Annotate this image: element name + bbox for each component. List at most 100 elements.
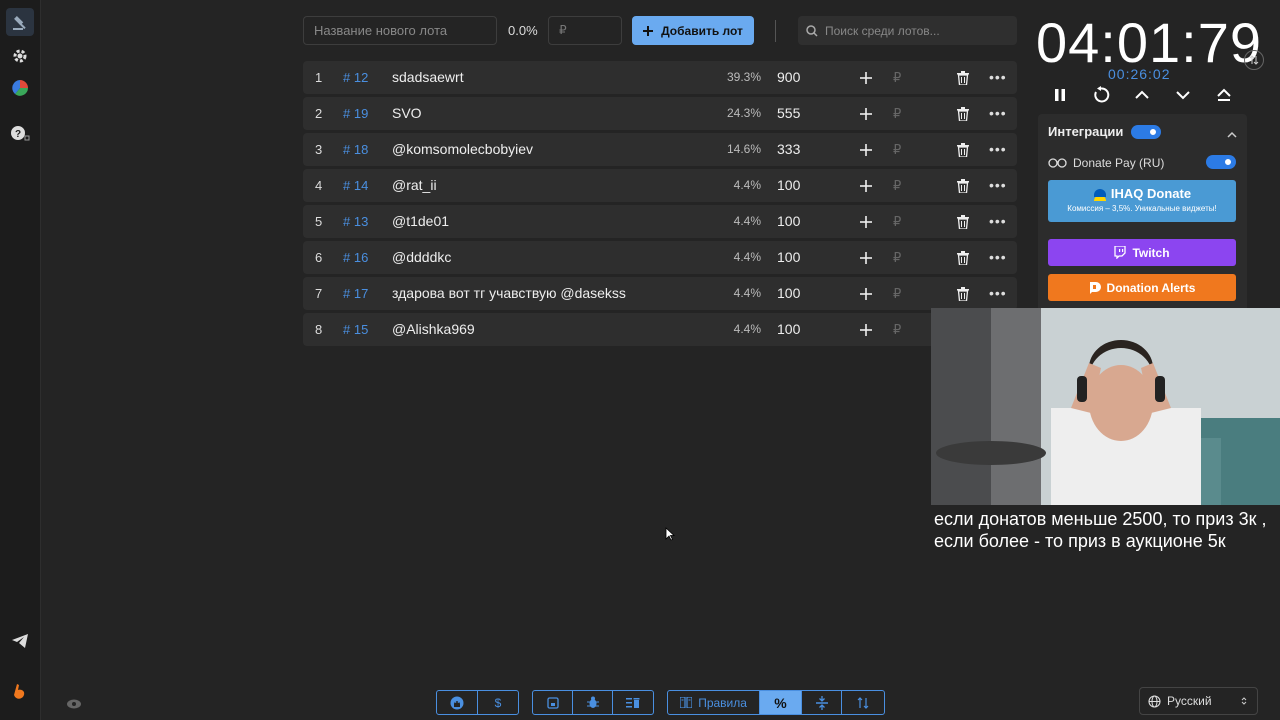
lot-currency[interactable]: ₽: [893, 97, 901, 130]
lot-name[interactable]: @Alishka969: [392, 313, 475, 346]
lot-amount[interactable]: 100: [777, 205, 800, 238]
trash-icon[interactable]: [957, 61, 969, 94]
lot-name[interactable]: sdadsaewrt: [392, 61, 464, 94]
ihaq-donate-button[interactable]: IHAQ Donate Комиссия – 3,5%. Уникальные …: [1048, 180, 1236, 222]
more-options-icon[interactable]: •••: [989, 169, 1007, 202]
lot-currency[interactable]: ₽: [893, 133, 901, 166]
plus-icon[interactable]: [860, 205, 874, 238]
lot-name[interactable]: @komsomolecbobyiev: [392, 133, 533, 166]
lot-amount[interactable]: 555: [777, 97, 800, 130]
more-options-icon[interactable]: •••: [989, 277, 1007, 310]
lot-id[interactable]: # 19: [343, 97, 368, 130]
pause-icon[interactable]: [1050, 85, 1070, 105]
lot-amount[interactable]: 100: [777, 169, 800, 202]
language-label: Русский: [1167, 694, 1212, 708]
restart-icon[interactable]: [1091, 85, 1111, 105]
eye-icon[interactable]: [66, 697, 82, 715]
lot-name[interactable]: SVO: [392, 97, 422, 130]
donate-pay-toggle[interactable]: [1206, 155, 1236, 169]
lot-id[interactable]: # 18: [343, 133, 368, 166]
plus-icon[interactable]: [860, 277, 874, 310]
plus-icon[interactable]: [860, 97, 874, 130]
new-lot-amount-input[interactable]: ₽: [548, 16, 622, 45]
plus-icon[interactable]: [860, 313, 874, 346]
globe-icon: [1148, 694, 1161, 708]
trash-icon[interactable]: [957, 97, 969, 130]
lot-amount[interactable]: 333: [777, 133, 800, 166]
new-lot-name-input[interactable]: Название нового лота: [303, 16, 497, 45]
lot-name[interactable]: @ddddkc: [392, 241, 451, 274]
rules-button[interactable]: Правила: [668, 691, 761, 714]
dollar-button[interactable]: $: [478, 691, 518, 714]
add-lot-button[interactable]: Добавить лот: [632, 16, 754, 45]
integrations-toggle[interactable]: [1131, 125, 1161, 139]
lot-name[interactable]: здарова вот тг учавствую @dasekss: [392, 277, 626, 310]
chevron-up-icon[interactable]: [1227, 126, 1237, 144]
donation-alerts-button[interactable]: Donation Alerts: [1048, 274, 1236, 301]
donate-pay-text: Donate Pay (RU): [1073, 156, 1165, 170]
more-options-icon[interactable]: •••: [989, 205, 1007, 238]
lot-row: 8 # 15 @Alishka969 4.4% 100 ₽: [303, 313, 1017, 346]
telegram-icon[interactable]: [6, 627, 34, 655]
lot-currency[interactable]: ₽: [893, 313, 901, 346]
plus-icon[interactable]: [860, 61, 874, 94]
lot-amount[interactable]: 100: [777, 277, 800, 310]
clear-list-icon[interactable]: [613, 691, 653, 714]
lot-index: 6: [315, 250, 323, 265]
lot-row: 2 # 19 SVO 24.3% 555 ₽ •••: [303, 97, 1017, 130]
lot-id[interactable]: # 17: [343, 277, 368, 310]
trash-icon[interactable]: [957, 169, 969, 202]
swap-timer-icon[interactable]: [1244, 50, 1264, 70]
lot-currency[interactable]: ₽: [893, 241, 901, 274]
search-input[interactable]: Поиск среди лотов...: [798, 16, 1017, 45]
lot-id[interactable]: # 16: [343, 241, 368, 274]
plus-icon[interactable]: [860, 241, 874, 274]
lot-row: 6 # 16 @ddddkc 4.4% 100 ₽ •••: [303, 241, 1017, 274]
lot-row: 7 # 17 здарова вот тг учавствую @dasekss 4.…: [303, 277, 1017, 310]
chevron-down-icon[interactable]: [1173, 85, 1193, 105]
github-icon[interactable]: [437, 691, 478, 714]
bug-icon[interactable]: [573, 691, 613, 714]
plus-icon[interactable]: [860, 169, 874, 202]
percent-icon: %: [774, 694, 787, 711]
lot-id[interactable]: # 12: [343, 61, 368, 94]
save-icon[interactable]: [533, 691, 573, 714]
chevron-up-icon[interactable]: [1132, 85, 1152, 105]
gear-icon[interactable]: [6, 42, 34, 70]
lot-name[interactable]: @t1de01: [392, 205, 449, 238]
lot-id[interactable]: # 15: [343, 313, 368, 346]
lot-amount[interactable]: 100: [777, 313, 800, 346]
plus-icon[interactable]: [860, 133, 874, 166]
trash-icon[interactable]: [957, 133, 969, 166]
lot-percent: 24.3%: [726, 106, 761, 120]
lot-currency[interactable]: ₽: [893, 169, 901, 202]
compress-icon[interactable]: [802, 691, 843, 714]
twitch-button[interactable]: Twitch: [1048, 239, 1236, 266]
lot-currency[interactable]: ₽: [893, 61, 901, 94]
trash-icon[interactable]: [957, 277, 969, 310]
more-options-icon[interactable]: •••: [989, 97, 1007, 130]
auction-icon[interactable]: [6, 8, 34, 36]
sort-icon[interactable]: [842, 691, 884, 714]
more-options-icon[interactable]: •••: [989, 241, 1007, 274]
percent-toggle-button[interactable]: %: [760, 691, 802, 714]
more-options-icon[interactable]: •••: [989, 133, 1007, 166]
trash-icon[interactable]: [957, 205, 969, 238]
book-icon: [680, 697, 693, 708]
lot-id[interactable]: # 14: [343, 169, 368, 202]
lot-amount[interactable]: 900: [777, 61, 800, 94]
lot-currency[interactable]: ₽: [893, 205, 901, 238]
divider: [775, 20, 776, 42]
pie-chart-icon[interactable]: [6, 74, 34, 102]
boosty-icon[interactable]: [6, 678, 34, 706]
trash-icon[interactable]: [957, 241, 969, 274]
lot-currency[interactable]: ₽: [893, 277, 901, 310]
help-icon[interactable]: ?: [6, 120, 34, 148]
more-options-icon[interactable]: •••: [989, 61, 1007, 94]
language-select[interactable]: Русский: [1139, 687, 1258, 715]
lot-name[interactable]: @rat_ii: [392, 169, 437, 202]
lot-row: 3 # 18 @komsomolecbobyiev 14.6% 333 ₽ •••: [303, 133, 1017, 166]
lot-amount[interactable]: 100: [777, 241, 800, 274]
lot-id[interactable]: # 13: [343, 205, 368, 238]
double-chevron-up-icon[interactable]: [1214, 85, 1234, 105]
